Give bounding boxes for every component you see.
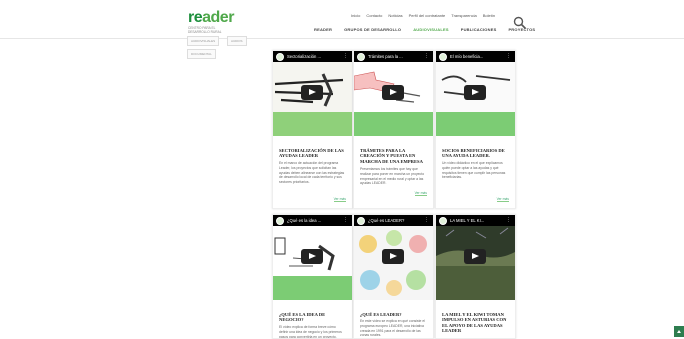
video-title: Trámites para la ... (368, 54, 403, 59)
channel-avatar (276, 52, 284, 61)
card-excerpt: En este vídeo se explica en qué consiste… (360, 319, 426, 338)
video-player[interactable]: El mío beneficia... ⋮ (436, 51, 515, 136)
top-nav-transparencia[interactable]: Transparencia (451, 13, 476, 18)
site-header: reader CENTRO PARA EL DESARROLLO RURAL I… (0, 0, 684, 39)
logo-tagline: CENTRO PARA EL DESARROLLO RURAL (188, 26, 222, 34)
video-player[interactable]: ¿Qué es LEADER? ⋮ (354, 215, 433, 300)
logo-wordmark: reader (188, 9, 234, 26)
card-title[interactable]: SOCIOS BENEFICIARIOS DE UNA AYUDA LEADER… (442, 148, 510, 159)
tag-documental[interactable]: DOCUMENTAL (187, 49, 216, 59)
main-nav-reader[interactable]: READER (314, 27, 332, 32)
see-more-link[interactable]: Ver más (414, 191, 427, 196)
logo-word-b: ader (202, 9, 234, 26)
top-nav-contacto[interactable]: Contacto (366, 13, 382, 18)
scroll-to-top-button[interactable] (674, 326, 684, 337)
video-title-bar: El mío beneficia... ⋮ (436, 51, 515, 62)
video-title-bar: LA MIEL Y EL KI... ⋮ (436, 215, 515, 226)
play-button[interactable] (382, 249, 404, 264)
video-title-bar: ¿Qué es LEADER? ⋮ (354, 215, 433, 226)
video-player[interactable]: Sectorialización ... ⋮ (273, 51, 352, 136)
video-title: Sectorialización ... (287, 54, 321, 59)
channel-avatar (357, 52, 365, 61)
channel-avatar (357, 216, 365, 225)
play-button[interactable] (464, 85, 486, 100)
video-title: LA MIEL Y EL KI... (450, 218, 485, 223)
video-title-bar: Trámites para la ... ⋮ (354, 51, 433, 62)
see-more-link[interactable]: Ver más (496, 197, 509, 202)
main-nav-audiovisuales[interactable]: AUDIOVISUALES (413, 27, 449, 32)
top-nav-boletin[interactable]: Boletín (483, 13, 495, 18)
card-title[interactable]: SECTORIALIZACIÓN DE LAS AYUDAS LEADER (279, 148, 347, 159)
more-options-icon[interactable]: ⋮ (343, 217, 348, 223)
channel-avatar (439, 216, 447, 225)
play-button[interactable] (301, 85, 323, 100)
main-nav-grupos[interactable]: GRUPOS DE DESARROLLO (344, 27, 401, 32)
video-title: ¿Qué es LEADER? (368, 218, 405, 223)
card-title[interactable]: TRÁMITES PARA LA CREACIÓN Y PUESTA EN MA… (360, 148, 428, 164)
search-icon[interactable] (513, 16, 527, 30)
video-card: ¿Qué es LEADER? ⋮ ¿QUÉ ES LEADER? En est… (353, 214, 434, 339)
video-title-bar: Sectorialización ... ⋮ (273, 51, 352, 62)
video-card: Sectorialización ... ⋮ SECTORIALIZACIÓN … (272, 50, 353, 209)
top-nav-perfil[interactable]: Perfil del contratante (409, 13, 446, 18)
play-button[interactable] (301, 249, 323, 264)
channel-avatar (439, 52, 447, 61)
logo-word-a: re (188, 9, 203, 26)
video-card: Trámites para la ... ⋮ TRÁMITES PARA LA … (353, 50, 434, 209)
play-button[interactable] (382, 85, 404, 100)
video-title: El mío beneficia... (450, 54, 484, 59)
top-nav: Inicio Contacto Noticias Perfil del cont… (351, 13, 495, 18)
main-nav: READER GRUPOS DE DESARROLLO AUDIOVISUALE… (314, 27, 535, 32)
more-options-icon[interactable]: ⋮ (343, 53, 348, 59)
more-options-icon[interactable]: ⋮ (424, 217, 429, 223)
site-logo[interactable]: reader CENTRO PARA EL DESARROLLO RURAL (188, 9, 234, 36)
more-options-icon[interactable]: ⋮ (424, 53, 429, 59)
video-player[interactable]: LA MIEL Y EL KI... ⋮ (436, 215, 515, 300)
video-player[interactable]: Trámites para la ... ⋮ (354, 51, 433, 136)
video-card: El mío beneficia... ⋮ SOCIOS BENEFICIARI… (435, 50, 516, 209)
video-card: ¿Qué es la idea ... ⋮ ¿QUÉ ES LA IDEA DE… (272, 214, 353, 339)
more-options-icon[interactable]: ⋮ (506, 217, 511, 223)
see-more-link[interactable]: Ver más (333, 197, 346, 202)
card-title[interactable]: ¿QUÉ ES LEADER? (360, 312, 428, 317)
top-nav-inicio[interactable]: Inicio (351, 13, 360, 18)
video-player[interactable]: ¿Qué es la idea ... ⋮ (273, 215, 352, 300)
main-nav-publicaciones[interactable]: PUBLICACIONES (461, 27, 497, 32)
play-button[interactable] (464, 249, 486, 264)
card-title[interactable]: ¿QUÉ ES LA IDEA DE NEGOCIO? (279, 312, 347, 323)
video-card: LA MIEL Y EL KI... ⋮ LA MIEL Y EL KIWI T… (435, 214, 516, 339)
top-nav-noticias[interactable]: Noticias (388, 13, 402, 18)
channel-avatar (276, 216, 284, 225)
video-title-bar: ¿Qué es la idea ... ⋮ (273, 215, 352, 226)
tag-audios[interactable]: AUDIOS (227, 36, 247, 46)
tag-audiovisuales[interactable]: AUDIOVISUALES (187, 36, 220, 46)
card-excerpt: Presentamos los trámites que hay que rea… (360, 167, 425, 186)
card-excerpt: Un vídeo didáctico en el que explicamos … (442, 161, 506, 180)
card-title[interactable]: LA MIEL Y EL KIWI TOMAN IMPULSO EN ASTUR… (442, 312, 510, 334)
card-excerpt: En el marco de actuación del programa Le… (279, 161, 345, 185)
video-title: ¿Qué es la idea ... (287, 218, 322, 223)
more-options-icon[interactable]: ⋮ (506, 53, 511, 59)
